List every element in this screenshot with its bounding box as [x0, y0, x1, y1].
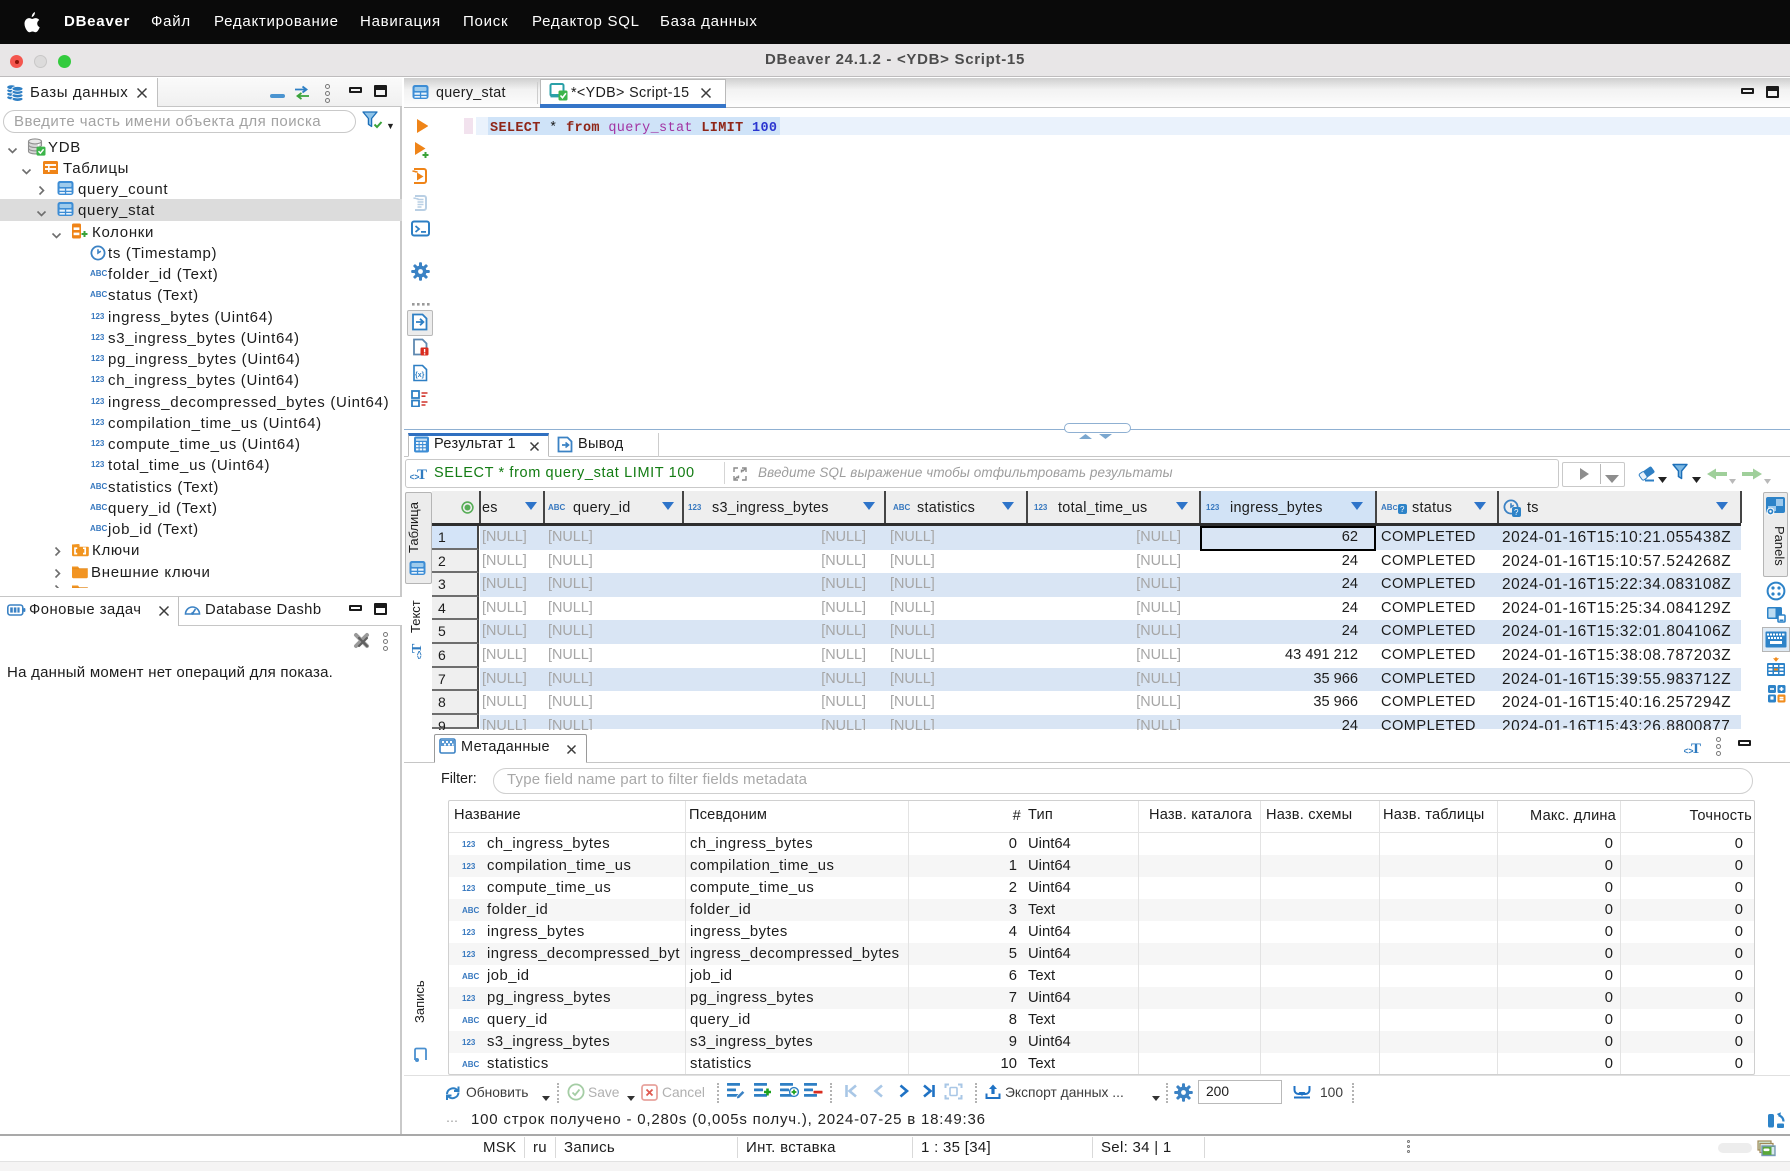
svg-text:?: ? [1514, 508, 1519, 517]
svg-text:?: ? [1400, 505, 1405, 514]
svg-text:T: T [410, 643, 423, 653]
svg-text:{x}: {x} [415, 372, 425, 379]
svg-text:T: T [417, 467, 427, 481]
svg-text:T: T [1691, 741, 1701, 755]
